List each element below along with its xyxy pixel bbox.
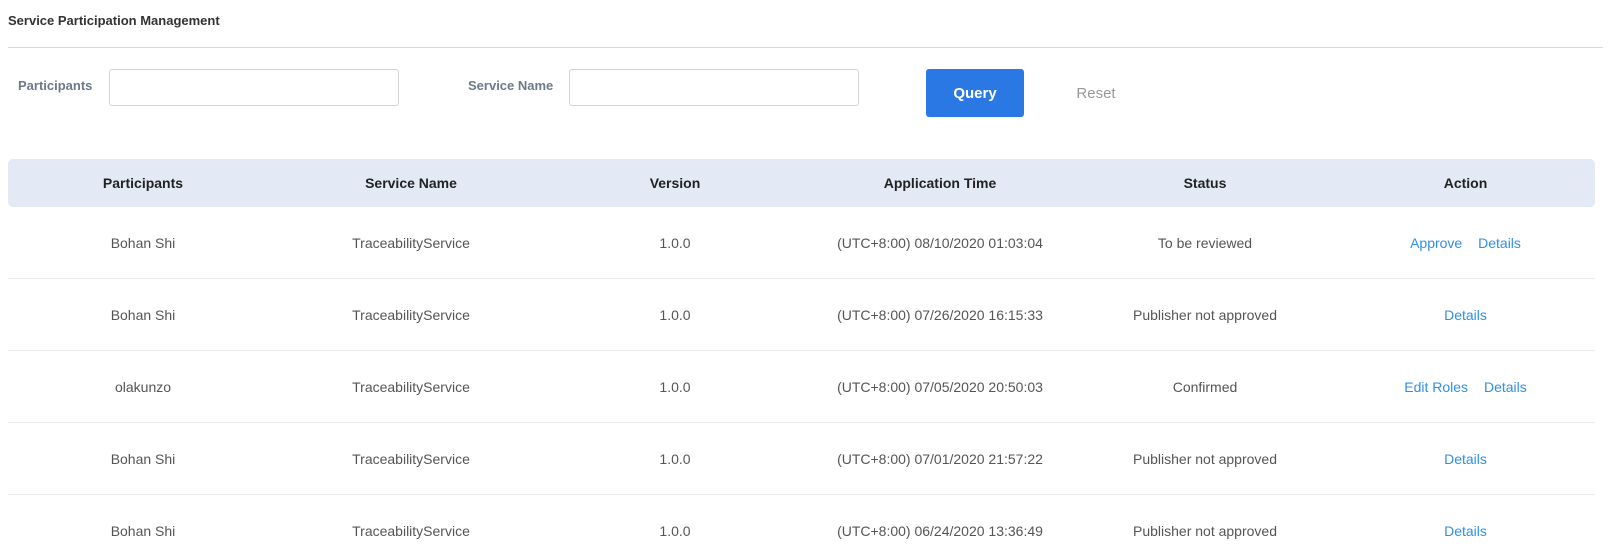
version-cell: 1.0.0 — [659, 450, 691, 467]
table-row: Bohan Shi TraceabilityService 1.0.0 (UTC… — [8, 423, 1595, 495]
version-cell: 1.0.0 — [659, 523, 691, 539]
table-row: Bohan Shi TraceabilityService 1.0.0 (UTC… — [8, 279, 1595, 351]
table-header: Participants Service Name Version Applic… — [8, 159, 1595, 207]
action-cell: Details — [1336, 307, 1595, 323]
participant-cell: Bohan Shi — [110, 306, 176, 323]
application-time-cell: (UTC+8:00) 06/24/2020 13:36:49 — [837, 523, 1043, 539]
action-cell: Details — [1336, 451, 1595, 467]
title-divider — [8, 47, 1603, 48]
action-cell: Edit Roles Details — [1336, 379, 1595, 395]
column-header-application-time: Application Time — [883, 175, 997, 191]
status-cell: Publisher not approved — [1133, 523, 1277, 539]
column-header-participants: Participants — [102, 175, 184, 191]
version-cell: 1.0.0 — [659, 378, 691, 395]
participant-cell: Bohan Shi — [110, 523, 176, 539]
status-cell: Publisher not approved — [1133, 450, 1277, 467]
action-cell: Details — [1336, 523, 1595, 539]
status-cell: To be reviewed — [1157, 234, 1253, 251]
status-cell: Publisher not approved — [1133, 306, 1277, 323]
action-cell: Approve Details — [1336, 235, 1595, 251]
service-name-input[interactable] — [569, 69, 859, 106]
service-name-cell: TraceabilityService — [352, 450, 470, 467]
version-cell: 1.0.0 — [659, 306, 691, 323]
participants-filter-label: Participants — [18, 78, 93, 93]
table-row: Bohan Shi TraceabilityService 1.0.0 (UTC… — [8, 495, 1595, 555]
application-time-cell: (UTC+8:00) 07/01/2020 21:57:22 — [837, 450, 1043, 467]
service-name-cell: TraceabilityService — [352, 234, 470, 251]
participant-cell: Bohan Shi — [110, 450, 176, 467]
edit-roles-link[interactable]: Edit Roles — [1404, 379, 1468, 395]
application-time-cell: (UTC+8:00) 08/10/2020 01:03:04 — [837, 234, 1043, 251]
details-link[interactable]: Details — [1484, 379, 1527, 395]
query-button[interactable]: Query — [926, 69, 1024, 117]
service-participation-page: Service Participation Management Partici… — [0, 0, 1610, 555]
approve-link[interactable]: Approve — [1410, 235, 1462, 251]
reset-button[interactable]: Reset — [1056, 69, 1136, 117]
details-link[interactable]: Details — [1444, 451, 1487, 467]
column-header-service-name: Service Name — [365, 175, 457, 191]
service-name-filter-label: Service Name — [468, 78, 554, 93]
table-body: Bohan Shi TraceabilityService 1.0.0 (UTC… — [8, 207, 1595, 555]
application-time-cell: (UTC+8:00) 07/26/2020 16:15:33 — [837, 306, 1043, 323]
column-header-action: Action — [1443, 175, 1488, 191]
details-link[interactable]: Details — [1444, 523, 1487, 539]
service-name-cell: TraceabilityService — [352, 523, 470, 539]
participant-cell: olakunzo — [114, 378, 172, 395]
details-link[interactable]: Details — [1478, 235, 1521, 251]
table-row: olakunzo TraceabilityService 1.0.0 (UTC+… — [8, 351, 1595, 423]
service-name-cell: TraceabilityService — [352, 378, 470, 395]
application-time-cell: (UTC+8:00) 07/05/2020 20:50:03 — [837, 378, 1043, 395]
column-header-version: Version — [649, 175, 701, 191]
details-link[interactable]: Details — [1444, 307, 1487, 323]
status-cell: Confirmed — [1172, 378, 1238, 395]
page-title: Service Participation Management — [8, 13, 220, 28]
participant-cell: Bohan Shi — [110, 234, 176, 251]
version-cell: 1.0.0 — [659, 234, 691, 251]
table-row: Bohan Shi TraceabilityService 1.0.0 (UTC… — [8, 207, 1595, 279]
service-name-cell: TraceabilityService — [352, 306, 470, 323]
column-header-status: Status — [1183, 175, 1227, 191]
participants-input[interactable] — [109, 69, 399, 106]
